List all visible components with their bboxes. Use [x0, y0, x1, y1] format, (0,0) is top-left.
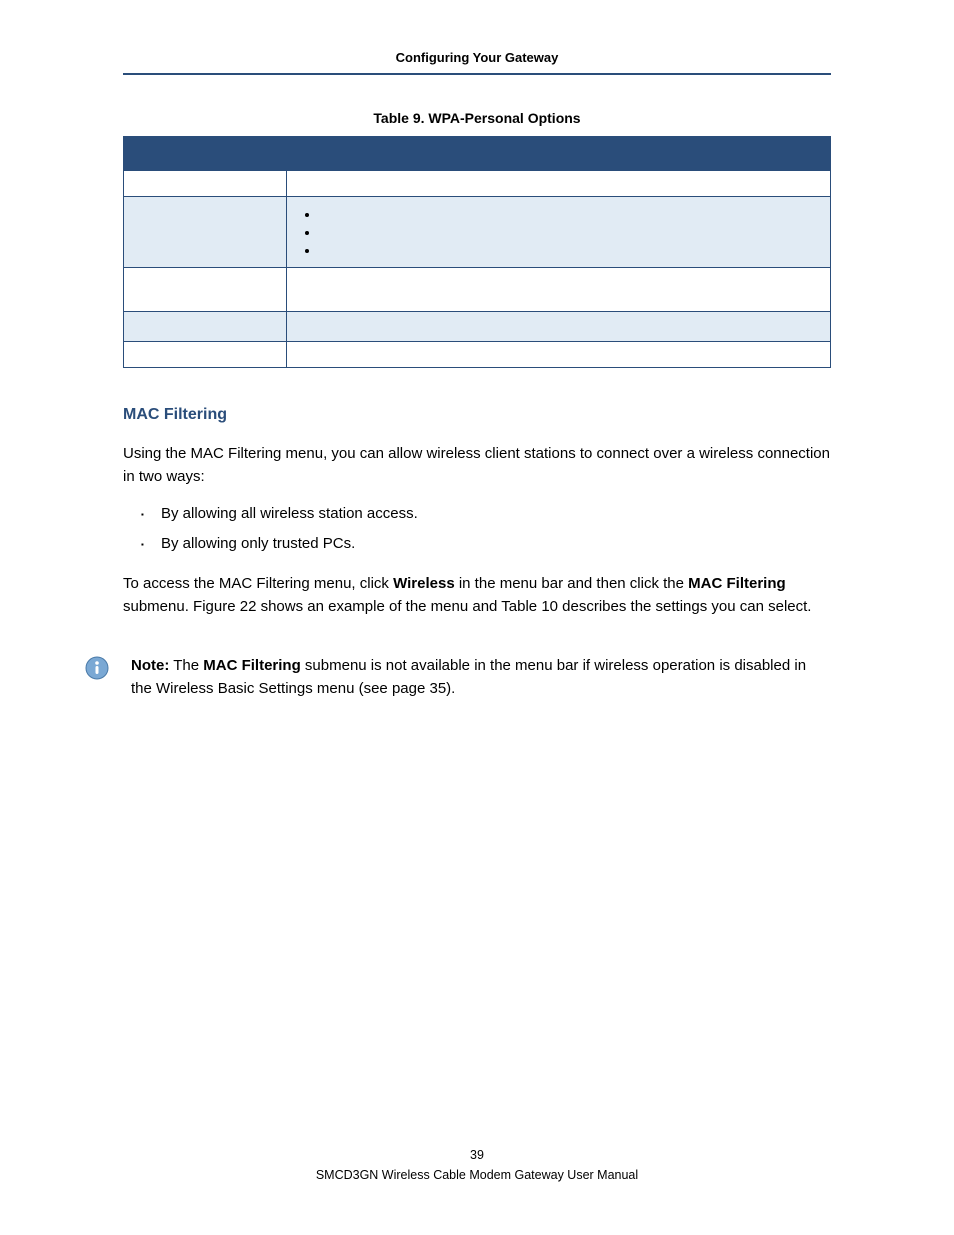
- table-row: [124, 268, 831, 312]
- page-footer: 39 SMCD3GN Wireless Cable Modem Gateway …: [0, 1145, 954, 1185]
- cipher-list: [297, 207, 820, 257]
- table-cell-desc: [287, 312, 831, 342]
- page-number: 39: [0, 1145, 954, 1165]
- intro-paragraph: Using the MAC Filtering menu, you can al…: [123, 442, 831, 489]
- table-row: [124, 171, 831, 197]
- info-icon: [85, 656, 109, 680]
- table-cell-desc: [287, 268, 831, 312]
- header-divider: [123, 73, 831, 75]
- text-fragment: The: [169, 657, 203, 674]
- table-cell-desc: [287, 171, 831, 197]
- note-label: Note:: [131, 657, 169, 674]
- table-caption: Table 9. WPA-Personal Options: [123, 110, 831, 126]
- bold-wireless: Wireless: [393, 575, 455, 592]
- bold-mac-filtering-note: MAC Filtering: [203, 657, 301, 674]
- table-header-option: [124, 137, 287, 171]
- note-block: Note: The MAC Filtering submenu is not a…: [85, 654, 831, 701]
- table-cell-desc: [287, 197, 831, 268]
- table-row: [124, 342, 831, 368]
- cipher-item: [319, 207, 820, 221]
- cipher-item: [319, 225, 820, 239]
- mac-filtering-ways-list: By allowing all wireless station access.…: [123, 503, 831, 556]
- manual-title: SMCD3GN Wireless Cable Modem Gateway Use…: [0, 1165, 954, 1185]
- table-cell-option: [124, 342, 287, 368]
- table-row: [124, 312, 831, 342]
- page-header-title: Configuring Your Gateway: [123, 50, 831, 65]
- table-cell-option: [124, 268, 287, 312]
- access-paragraph: To access the MAC Filtering menu, click …: [123, 572, 831, 619]
- table-header-row: [124, 137, 831, 171]
- table-row: [124, 197, 831, 268]
- table-header-description: [287, 137, 831, 171]
- cipher-item: [319, 243, 820, 257]
- text-fragment: in the menu bar and then click the: [455, 575, 688, 592]
- table-cell-option: [124, 312, 287, 342]
- list-item: By allowing only trusted PCs.: [141, 533, 831, 556]
- table-cell-desc: [287, 342, 831, 368]
- text-fragment: submenu. Figure 22 shows an example of t…: [123, 598, 811, 615]
- section-heading-mac-filtering: MAC Filtering: [123, 406, 831, 424]
- text-fragment: To access the MAC Filtering menu, click: [123, 575, 393, 592]
- list-item: By allowing all wireless station access.: [141, 503, 831, 526]
- note-text: Note: The MAC Filtering submenu is not a…: [131, 654, 831, 701]
- bold-mac-filtering: MAC Filtering: [688, 575, 786, 592]
- table-cell-option: [124, 197, 287, 268]
- table-cell-option: [124, 171, 287, 197]
- wpa-personal-options-table: [123, 136, 831, 368]
